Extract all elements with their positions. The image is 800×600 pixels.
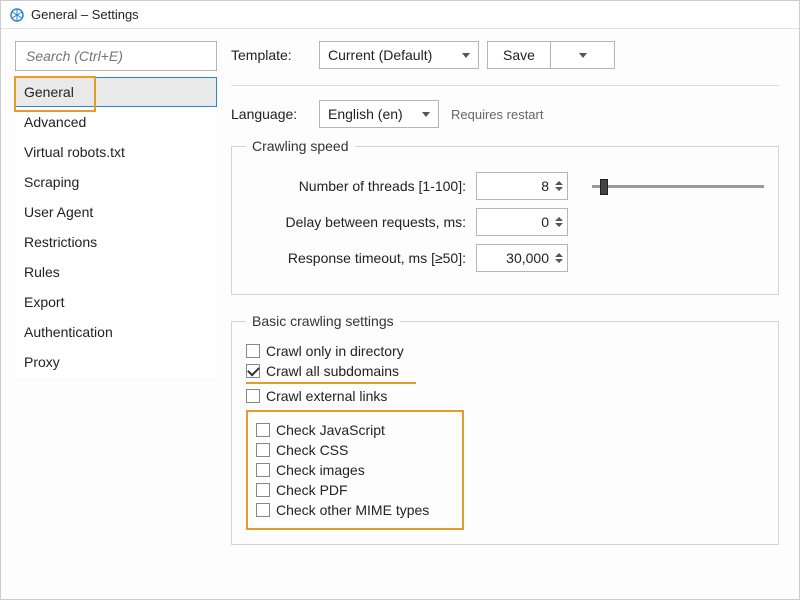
basic-crawling-legend: Basic crawling settings: [246, 313, 400, 329]
delay-value: 0: [541, 214, 549, 230]
threads-input[interactable]: 8: [476, 172, 568, 200]
delay-label: Delay between requests, ms:: [246, 214, 466, 230]
threads-value: 8: [541, 178, 549, 194]
sidebar-item-label: General: [24, 84, 74, 100]
sidebar-item-general[interactable]: General: [15, 77, 217, 107]
crawl-dir-checkbox[interactable]: Crawl only in directory: [246, 343, 764, 359]
checkbox-icon: [256, 443, 270, 457]
check-types-highlight: Check JavaScript Check CSS Check images …: [246, 410, 464, 530]
window-title: General – Settings: [31, 7, 139, 22]
threads-label: Number of threads [1-100]:: [246, 178, 466, 194]
main-panel: Template: Current (Default) Save Languag…: [231, 41, 785, 599]
divider: [231, 85, 779, 86]
spinner-icon[interactable]: [553, 175, 565, 197]
sidebar-item-advanced[interactable]: Advanced: [15, 107, 217, 137]
titlebar: General – Settings: [1, 1, 799, 29]
checkbox-label: Check PDF: [276, 482, 348, 498]
checkbox-icon: [246, 344, 260, 358]
checkbox-label: Crawl external links: [266, 388, 387, 404]
sidebar-item-label: User Agent: [24, 204, 93, 220]
chevron-down-icon: [579, 53, 587, 58]
crawl-subdomains-checkbox[interactable]: Crawl all subdomains: [246, 363, 416, 384]
settings-window: General – Settings General Advanced Virt…: [0, 0, 800, 600]
check-css-checkbox[interactable]: Check CSS: [256, 442, 454, 458]
sidebar-item-label: Advanced: [24, 114, 86, 130]
sidebar-item-label: Restrictions: [24, 234, 97, 250]
sidebar-item-authentication[interactable]: Authentication: [15, 317, 217, 347]
checkbox-icon: [246, 389, 260, 403]
check-images-checkbox[interactable]: Check images: [256, 462, 454, 478]
chevron-down-icon: [462, 53, 470, 58]
language-value: English (en): [328, 106, 403, 122]
search-input-wrap[interactable]: [15, 41, 217, 71]
slider-thumb[interactable]: [600, 179, 608, 195]
sidebar-item-scraping[interactable]: Scraping: [15, 167, 217, 197]
sidebar-item-proxy[interactable]: Proxy: [15, 347, 217, 377]
sidebar-item-label: Virtual robots.txt: [24, 144, 125, 160]
app-icon: [9, 7, 25, 23]
save-button-group: Save: [487, 41, 615, 69]
threads-slider[interactable]: [592, 176, 764, 196]
sidebar: General Advanced Virtual robots.txt Scra…: [15, 41, 217, 599]
crawl-external-checkbox[interactable]: Crawl external links: [246, 388, 764, 404]
checkbox-icon: [256, 463, 270, 477]
timeout-input[interactable]: 30,000: [476, 244, 568, 272]
timeout-value: 30,000: [506, 250, 549, 266]
template-value: Current (Default): [328, 47, 432, 63]
check-js-checkbox[interactable]: Check JavaScript: [256, 422, 454, 438]
checkbox-label: Crawl only in directory: [266, 343, 404, 359]
sidebar-item-label: Proxy: [24, 354, 60, 370]
crawling-speed-group: Crawling speed Number of threads [1-100]…: [231, 138, 779, 295]
template-select[interactable]: Current (Default): [319, 41, 479, 69]
spinner-icon[interactable]: [553, 211, 565, 233]
sidebar-item-label: Rules: [24, 264, 60, 280]
checkbox-icon: [246, 364, 260, 378]
checkbox-icon: [256, 423, 270, 437]
sidebar-item-label: Export: [24, 294, 64, 310]
checkbox-label: Check images: [276, 462, 365, 478]
template-label: Template:: [231, 47, 311, 63]
sidebar-item-user-agent[interactable]: User Agent: [15, 197, 217, 227]
save-button[interactable]: Save: [487, 41, 551, 69]
checkbox-icon: [256, 503, 270, 517]
basic-crawling-group: Basic crawling settings Crawl only in di…: [231, 313, 779, 545]
checkbox-icon: [256, 483, 270, 497]
sidebar-nav: General Advanced Virtual robots.txt Scra…: [15, 77, 217, 377]
check-mime-checkbox[interactable]: Check other MIME types: [256, 502, 454, 518]
chevron-down-icon: [422, 112, 430, 117]
language-hint: Requires restart: [451, 107, 543, 122]
save-dropdown-button[interactable]: [551, 41, 615, 69]
sidebar-item-restrictions[interactable]: Restrictions: [15, 227, 217, 257]
delay-input[interactable]: 0: [476, 208, 568, 236]
checkbox-label: Check CSS: [276, 442, 348, 458]
language-label: Language:: [231, 106, 311, 122]
timeout-label: Response timeout, ms [≥50]:: [246, 250, 466, 266]
check-pdf-checkbox[interactable]: Check PDF: [256, 482, 454, 498]
sidebar-item-rules[interactable]: Rules: [15, 257, 217, 287]
spinner-icon[interactable]: [553, 247, 565, 269]
sidebar-item-virtual-robots[interactable]: Virtual robots.txt: [15, 137, 217, 167]
sidebar-item-label: Authentication: [24, 324, 113, 340]
sidebar-item-export[interactable]: Export: [15, 287, 217, 317]
sidebar-item-label: Scraping: [24, 174, 79, 190]
crawling-speed-legend: Crawling speed: [246, 138, 355, 154]
checkbox-label: Check JavaScript: [276, 422, 385, 438]
search-input[interactable]: [24, 47, 208, 65]
checkbox-label: Crawl all subdomains: [266, 363, 399, 379]
checkbox-label: Check other MIME types: [276, 502, 429, 518]
language-select[interactable]: English (en): [319, 100, 439, 128]
